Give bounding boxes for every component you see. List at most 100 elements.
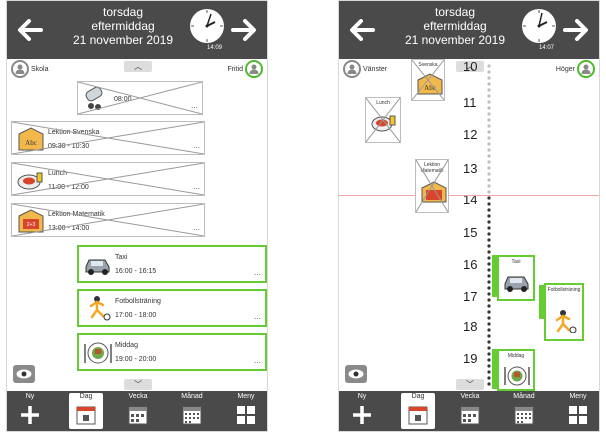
chevron-down-icon: ﹀ — [466, 380, 474, 389]
done-cross-mark — [412, 60, 444, 100]
person-icon — [249, 64, 259, 74]
timeline-event-lektion-matematik[interactable]: Lektion Matematik — [415, 159, 449, 213]
month-label: Månad — [181, 393, 203, 400]
timeline-event-taxi[interactable]: Taxi — [497, 255, 535, 301]
event-card-middag[interactable]: Middag 19:00 - 20:00 ⋯ — [77, 333, 267, 371]
calendar-day-icon — [408, 406, 428, 425]
eye-icon — [348, 369, 364, 379]
day-label: Dag — [79, 393, 93, 400]
right-category-avatar[interactable] — [245, 60, 263, 78]
new-label: Ny — [357, 393, 367, 400]
calendar-week-icon — [128, 406, 148, 425]
header-date-text: torsdag eftermiddag 21 november 2019 — [59, 5, 187, 47]
calendar-week-icon — [460, 406, 480, 425]
header: torsdag eftermiddag 21 november 2019 14:… — [7, 1, 267, 59]
weekday: torsdag — [102, 5, 144, 19]
hour-label: 10 — [463, 59, 478, 74]
plus-icon — [21, 406, 39, 424]
timeline-event-lunch[interactable]: Lunch — [365, 97, 401, 143]
event-label: Fotbollsträning — [547, 287, 581, 293]
right-category-label: Fritid — [227, 66, 243, 73]
month-view-button[interactable]: Månad — [175, 393, 209, 429]
month-view-button[interactable]: Månad — [507, 393, 541, 429]
current-time-line — [339, 195, 599, 196]
football-player-icon — [89, 296, 111, 321]
plus-icon — [353, 406, 371, 424]
calendar-month-icon — [514, 406, 534, 425]
day-period: eftermiddag — [423, 19, 487, 33]
timeline-event-svenska[interactable]: Svenska Abc — [411, 59, 445, 101]
event-options-icon[interactable]: ⋯ — [254, 315, 261, 323]
left-category-avatar[interactable] — [343, 60, 361, 78]
left-category-avatar[interactable] — [11, 60, 29, 78]
day-list-screen: torsdag eftermiddag 21 november 2019 14:… — [6, 0, 268, 432]
day-view-button[interactable]: Dag — [69, 393, 103, 429]
week-label: Vecka — [128, 393, 148, 400]
new-button[interactable]: Ny — [345, 393, 379, 429]
event-title: Taxi — [115, 254, 128, 261]
arrow-right-icon — [563, 19, 588, 41]
day-label: Dag — [411, 393, 425, 400]
eye-icon — [16, 369, 32, 379]
person-icon — [15, 64, 25, 74]
menu-button[interactable]: Meny — [561, 393, 595, 429]
person-icon — [581, 64, 591, 74]
event-card-medicine[interactable]: 08:00 ⋯ — [77, 81, 203, 115]
day-period: eftermiddag — [91, 19, 155, 33]
done-cross-mark — [416, 160, 448, 212]
arrow-left-icon — [350, 19, 375, 41]
calendar-month-icon — [182, 406, 202, 425]
next-day-button[interactable] — [227, 13, 261, 47]
event-card-lektion-svenska[interactable]: Abc Lektion Svenska 09:30 - 10:30 ⋯ — [11, 121, 205, 155]
event-card-lektion-matematik[interactable]: 2+3 Lektion Matematik 13:00 - 14:00 ⋯ — [11, 203, 205, 237]
header-date-text: torsdag eftermiddag 21 november 2019 — [391, 5, 519, 47]
menu-button[interactable]: Meny — [229, 393, 263, 429]
hour-label: 18 — [463, 319, 478, 334]
event-label: Taxi — [511, 259, 521, 265]
sub-header: Skola ︿ Fritid — [7, 59, 267, 81]
digital-clock-time: 14:09 — [206, 45, 222, 51]
event-title: Fotbollsträning — [115, 298, 161, 305]
timeline-dots — [487, 64, 491, 386]
digital-clock-time: 14:07 — [538, 45, 554, 51]
previous-day-button[interactable] — [13, 13, 47, 47]
arrow-right-icon — [231, 19, 256, 41]
day-view-button[interactable]: Dag — [401, 393, 435, 429]
event-card-lunch[interactable]: Lunch 11:00 - 12:00 ⋯ — [11, 162, 205, 196]
done-cross-mark — [12, 122, 204, 154]
event-card-taxi[interactable]: Taxi 16:00 - 16:15 ⋯ — [77, 245, 267, 283]
next-day-button[interactable] — [559, 13, 593, 47]
toggle-visibility-button[interactable] — [13, 365, 35, 383]
header: torsdag eftermiddag 21 november 2019 14:… — [339, 1, 599, 59]
dinner-plate-icon — [84, 342, 112, 364]
left-category-label: Skola — [31, 66, 49, 73]
timeline-event-fotbollstraning[interactable]: Fotbollsträning — [544, 283, 584, 341]
right-category-label: Höger — [555, 66, 575, 73]
done-cross-mark — [12, 163, 204, 195]
hour-label: 19 — [463, 351, 478, 366]
previous-day-button[interactable] — [345, 13, 379, 47]
week-view-button[interactable]: Vecka — [453, 393, 487, 429]
week-view-button[interactable]: Vecka — [121, 393, 155, 429]
timeline-event-middag[interactable]: Middag — [497, 349, 535, 391]
event-options-icon[interactable]: ⋯ — [254, 271, 261, 279]
scroll-up-button[interactable]: ︿ — [124, 61, 152, 72]
menu-label: Meny — [237, 393, 255, 400]
right-category-avatar[interactable] — [577, 60, 595, 78]
grid-menu-icon — [569, 406, 587, 424]
hour-label: 15 — [463, 225, 478, 240]
event-options-icon[interactable]: ⋯ — [254, 359, 261, 367]
done-cross-mark — [12, 204, 204, 236]
toggle-visibility-button[interactable] — [345, 365, 367, 383]
new-button[interactable]: Ny — [13, 393, 47, 429]
event-card-fotbollstraning[interactable]: Fotbollsträning 17:00 - 18:00 ⋯ — [77, 289, 267, 327]
event-time: 16:00 - 16:15 — [115, 268, 157, 275]
scroll-down-button[interactable]: ﹀ — [456, 379, 484, 390]
hour-label: 12 — [463, 127, 478, 142]
car-icon — [504, 276, 529, 292]
done-cross-mark — [366, 98, 400, 142]
car-icon — [85, 259, 110, 275]
left-category-label: Vänster — [363, 66, 388, 73]
grid-menu-icon — [237, 406, 255, 424]
scroll-down-button[interactable]: ﹀ — [124, 379, 152, 390]
